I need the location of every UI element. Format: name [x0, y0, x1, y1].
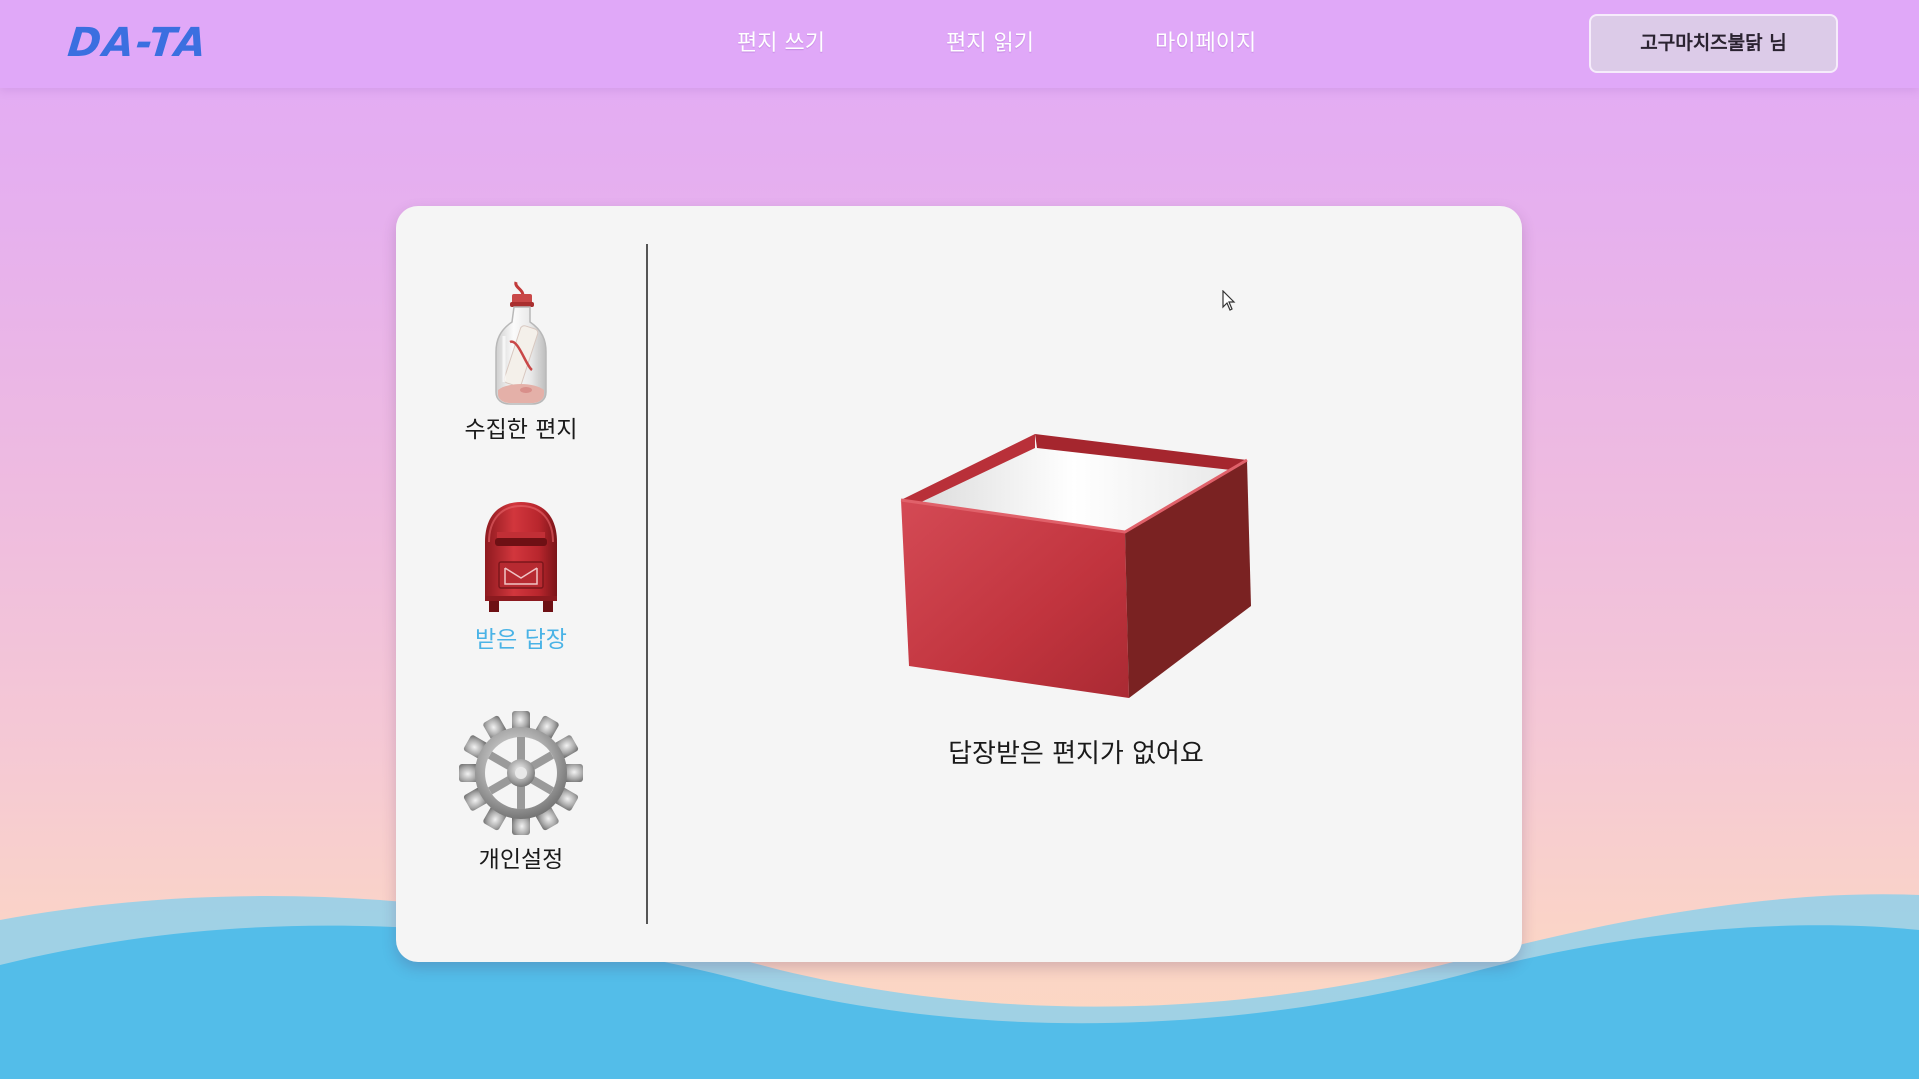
empty-box-icon — [900, 434, 1251, 698]
mailbox-icon — [485, 502, 557, 612]
mouse-cursor-icon — [1222, 290, 1236, 311]
empty-replies-message: 답장받은 편지가 없어요 — [948, 739, 1204, 769]
sidebar-item-label: 수집한 편지 — [464, 417, 578, 443]
mypage-card: 수집한 편지 받은 답장 개인설정 답장받은 편지가 없어요 — [396, 206, 1522, 962]
nav-write-letter[interactable]: 편지 쓰기 — [737, 28, 825, 60]
sidebar-item-label: 개인설정 — [478, 847, 564, 873]
sidebar-item-received-replies[interactable]: 받은 답장 — [396, 498, 646, 656]
sidebar-item-label: 받은 답장 — [475, 627, 567, 653]
message-bottle-icon — [495, 281, 547, 405]
nav-read-letter[interactable]: 편지 읽기 — [946, 28, 1034, 60]
gear-icon — [459, 711, 583, 835]
top-navbar: DA-TA 편지 쓰기 편지 읽기 마이페이지 고구마치즈불닭 님 — [0, 0, 1919, 88]
sidebar-divider — [646, 244, 648, 924]
nav-mypage[interactable]: 마이페이지 — [1155, 28, 1256, 60]
site-logo[interactable]: DA-TA — [65, 18, 211, 68]
user-profile-button[interactable]: 고구마치즈불닭 님 — [1589, 14, 1838, 73]
sidebar-item-collected-letters[interactable]: 수집한 편지 — [396, 278, 646, 446]
sidebar-item-settings[interactable]: 개인설정 — [396, 710, 646, 876]
